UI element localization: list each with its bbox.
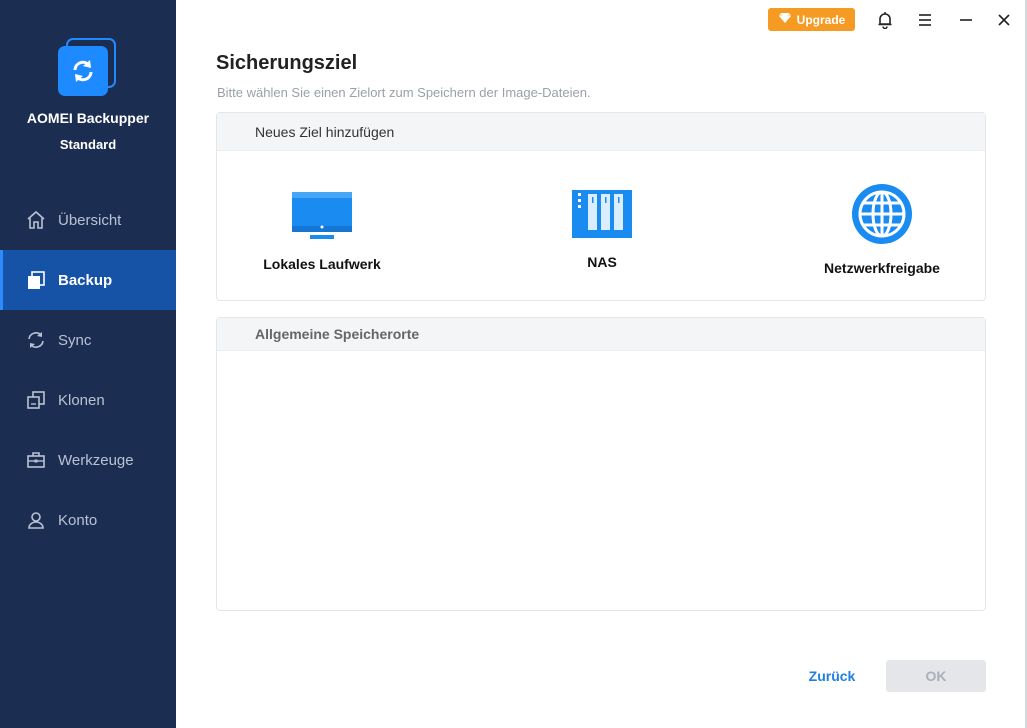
back-button[interactable]: Zurück bbox=[800, 668, 864, 688]
close-icon[interactable] bbox=[991, 8, 1017, 32]
upgrade-label: Upgrade bbox=[796, 12, 846, 27]
app-logo-icon bbox=[58, 38, 118, 98]
diamond-icon bbox=[778, 12, 792, 27]
notification-bell-icon[interactable] bbox=[872, 8, 898, 32]
sidebar-item-klonen[interactable]: Klonen bbox=[0, 370, 176, 430]
sidebar-item-sync[interactable]: Sync bbox=[0, 310, 176, 370]
common-locations-panel: Allgemeine Speicherorte bbox=[216, 317, 986, 611]
page-title: Sicherungsziel bbox=[216, 52, 358, 74]
local-drive-icon bbox=[227, 191, 417, 246]
sidebar-item-label: Sync bbox=[58, 331, 92, 349]
common-locations-header: Allgemeine Speicherorte bbox=[217, 318, 985, 351]
network-share-label: Netzwerkfreigabe bbox=[824, 260, 940, 276]
local-drive-label: Lokales Laufwerk bbox=[263, 256, 381, 272]
sidebar-nav: Übersicht Backup Sync Klonen Werkzeuge K… bbox=[0, 190, 176, 550]
menu-icon[interactable] bbox=[912, 8, 938, 32]
app-name: AOMEI Backupper bbox=[26, 110, 150, 126]
sync-icon bbox=[26, 330, 46, 350]
toolbox-icon bbox=[26, 450, 46, 470]
nas-icon bbox=[507, 189, 697, 244]
clone-icon bbox=[26, 390, 46, 410]
sidebar-item-backup[interactable]: Backup bbox=[0, 250, 176, 310]
sidebar-item-label: Übersicht bbox=[58, 211, 122, 229]
upgrade-button[interactable]: Upgrade bbox=[768, 8, 855, 31]
sidebar-item-werkzeuge[interactable]: Werkzeuge bbox=[0, 430, 176, 490]
sidebar-item-label: Klonen bbox=[58, 391, 105, 409]
backup-icon bbox=[26, 270, 46, 290]
new-target-panel: Neues Ziel hinzufügen Lokales Laufwerk N… bbox=[216, 112, 986, 301]
network-share-icon bbox=[787, 183, 977, 250]
nas-option[interactable]: NAS bbox=[507, 189, 697, 270]
user-icon bbox=[26, 510, 46, 530]
nas-label: NAS bbox=[587, 254, 617, 270]
minimize-icon[interactable] bbox=[953, 8, 979, 32]
ok-button[interactable]: OK bbox=[886, 660, 986, 692]
network-share-option[interactable]: Netzwerkfreigabe bbox=[787, 183, 977, 276]
sidebar-item-uebersicht[interactable]: Übersicht bbox=[0, 190, 176, 250]
new-target-header: Neues Ziel hinzufügen bbox=[217, 113, 985, 151]
local-drive-option[interactable]: Lokales Laufwerk bbox=[227, 191, 417, 272]
page-subtitle: Bitte wählen Sie einen Zielort zum Speic… bbox=[217, 85, 591, 100]
app-edition: Standard bbox=[59, 137, 117, 152]
sidebar-item-label: Werkzeuge bbox=[58, 451, 134, 469]
sidebar-item-label: Backup bbox=[58, 271, 113, 289]
home-icon bbox=[26, 210, 46, 230]
sidebar-item-label: Konto bbox=[58, 511, 98, 529]
sidebar: AOMEI Backupper Standard Übersicht Backu… bbox=[0, 0, 176, 728]
sidebar-item-konto[interactable]: Konto bbox=[0, 490, 176, 550]
